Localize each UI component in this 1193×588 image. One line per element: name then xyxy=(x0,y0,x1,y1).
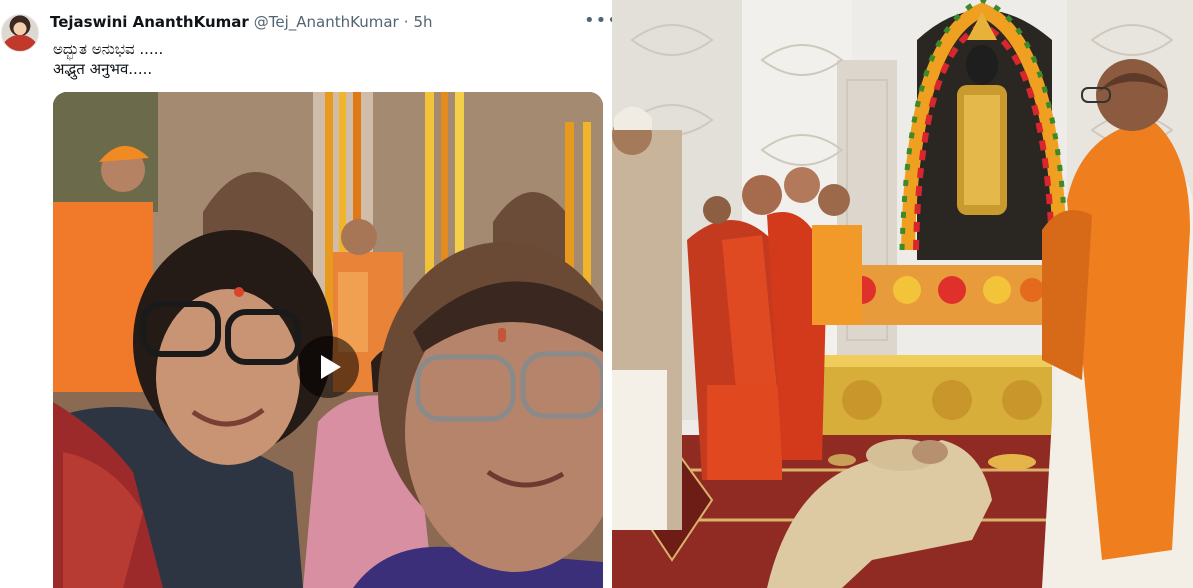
author-handle[interactable]: @Tej_AnanthKumar xyxy=(254,13,399,31)
play-button[interactable] xyxy=(297,336,359,398)
temple-ceremony-photo xyxy=(612,0,1193,588)
tweet-card: Tejaswini AnanthKumar @Tej_AnanthKumar ·… xyxy=(0,0,612,588)
temple-ceremony-image xyxy=(612,0,1193,588)
author-name[interactable]: Tejaswini AnanthKumar xyxy=(50,13,249,31)
play-icon xyxy=(320,355,341,379)
tweet-text: ಅದ್ಭುತ ಅನುಭವ ..... अद्भुत अनुभव..... xyxy=(53,40,164,78)
header-separator: · xyxy=(403,13,409,31)
tweet-video-thumbnail[interactable] xyxy=(53,92,603,588)
more-horizontal-icon[interactable]: ••• xyxy=(584,12,612,30)
tweet-header: Tejaswini AnanthKumar @Tej_AnanthKumar ·… xyxy=(50,13,433,31)
tweet-timestamp[interactable]: 5h xyxy=(414,13,433,31)
author-avatar[interactable] xyxy=(1,14,39,52)
